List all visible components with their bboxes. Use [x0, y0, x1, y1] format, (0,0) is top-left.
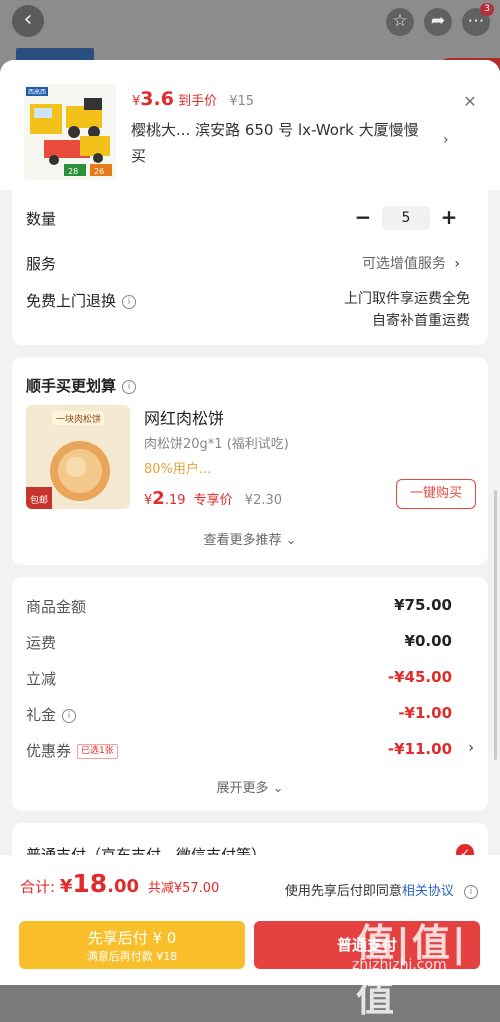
price-row: ¥3.6 到手价 ¥15	[132, 88, 254, 110]
amount-summary-card: 商品金额 ¥75.00 运费 ¥0.00 立减 -¥45.00 礼金 i -¥1.…	[12, 577, 488, 811]
amount-label: 商品金额	[26, 598, 87, 616]
deal-original-price: ¥2.30	[244, 493, 283, 508]
svg-text:28: 28	[68, 167, 78, 176]
brand-logo-text: 西高西	[28, 88, 46, 96]
chevron-right-icon[interactable]: ›	[443, 132, 449, 148]
star-icon[interactable]: ☆	[386, 8, 414, 36]
product-title-line2: 买	[131, 147, 147, 165]
price-label: 到手价	[178, 94, 218, 109]
back-arrow-icon[interactable]: ‹	[12, 5, 44, 37]
pay-later-line1: 先享后付 ¥ 0	[87, 929, 177, 947]
addon-deal-card: 顺手买更划算 i 一块肉松饼 包邮 网红肉松饼 肉松饼20g*1 (福利试吃) 8…	[12, 357, 488, 565]
toy-truck-image: 西高西 28 26	[24, 84, 116, 180]
deal-product-name: 网红肉松饼	[144, 409, 225, 428]
original-price: ¥15	[229, 94, 255, 109]
amount-value: -¥11.00	[387, 740, 452, 758]
deal-product-spec: 肉松饼20g*1 (福利试吃)	[144, 437, 289, 452]
product-address-row[interactable]: 樱桃大... 滨安路 650 号 lx-Work 大厦慢慢 买	[131, 117, 431, 169]
svg-text:包邮: 包邮	[30, 494, 48, 506]
total-int: 18	[72, 869, 108, 898]
chevron-right-icon[interactable]: ›	[468, 740, 474, 756]
deal-product-image[interactable]: 一块肉松饼 包邮	[26, 405, 130, 509]
chevron-down-icon: ⌄	[285, 533, 297, 548]
pay-later-button[interactable]: 先享后付 ¥ 0 满意后再付款 ¥18	[19, 921, 245, 969]
product-header: 西高西 28 26 ¥3.6 到手价 ¥15 樱桃大... 滨安路 650 号 …	[0, 60, 500, 190]
close-icon[interactable]: ✕	[458, 90, 482, 114]
service-value: 可选增值服务 ›	[361, 256, 460, 272]
meat-floss-cake-image: 一块肉松饼 包邮	[26, 405, 130, 509]
deal-price-label: 专享价	[193, 493, 233, 508]
chevron-down-icon: ⌄	[272, 781, 284, 796]
checkout-sheet: 西高西 28 26 ¥3.6 到手价 ¥15 樱桃大... 滨安路 650 号 …	[0, 60, 500, 985]
info-icon[interactable]: i	[122, 379, 137, 394]
quantity-stepper: − 5 +	[352, 206, 460, 230]
amount-label: 礼金 i	[26, 704, 77, 725]
share-icon[interactable]: ➦	[424, 8, 452, 36]
total-label: 合计:	[20, 878, 56, 896]
amount-value: -¥1.00	[398, 704, 452, 722]
quantity-minus-button[interactable]: −	[352, 207, 374, 229]
amount-label: 运费	[26, 634, 57, 652]
quantity-plus-button[interactable]: +	[438, 207, 460, 229]
pay-later-line2: 满意后再付款 ¥18	[86, 950, 178, 963]
more-recommendations-link[interactable]: 查看更多推荐 ⌄	[12, 529, 488, 548]
deal-price-row: ¥2.19 专享价 ¥2.30	[144, 488, 282, 509]
top-icon-group: ☆ ➦ ⋯ 3	[386, 3, 494, 36]
quantity-label: 数量	[26, 210, 57, 228]
addon-deal-title: 顺手买更划算 i	[26, 375, 137, 396]
product-image: 西高西 28 26	[24, 84, 116, 180]
one-click-buy-button[interactable]: 一键购买	[396, 479, 476, 509]
info-icon[interactable]: i	[464, 884, 478, 899]
expand-more-link[interactable]: 展开更多 ⌄	[12, 777, 488, 796]
total-amount: 合计: ¥18.00 共减¥57.00	[20, 869, 219, 898]
free-return-line1: 上门取件享运费全免	[344, 291, 470, 307]
amount-label: 立减	[26, 670, 57, 688]
deal-price-dec: .19	[164, 493, 186, 508]
chevron-right-icon: ›	[454, 256, 460, 272]
amount-label: 优惠券 已选1张	[26, 740, 118, 761]
agreement-link[interactable]: 相关协议	[402, 884, 454, 899]
svg-text:一块肉松饼: 一块肉松饼	[56, 413, 101, 425]
amount-value: ¥75.00	[394, 596, 452, 614]
info-icon[interactable]: i	[122, 294, 137, 309]
total-currency: ¥	[59, 876, 73, 897]
quantity-input[interactable]: 5	[382, 206, 430, 230]
order-options-card: 数量 − 5 + 服务 可选增值服务 › 免费上门退换 i 上门取件享运费全免 自…	[12, 190, 488, 345]
amount-value: -¥45.00	[387, 668, 452, 686]
agreement-text: 使用先享后付即同意相关协议 i	[285, 880, 478, 899]
total-dec: .00	[107, 876, 140, 897]
service-label: 服务	[26, 255, 57, 273]
deal-price-int: 2	[152, 488, 165, 509]
more-icon[interactable]: ⋯ 3	[462, 3, 494, 36]
amount-value: ¥0.00	[404, 632, 452, 650]
deal-user-percent: 80%用户...	[144, 462, 212, 477]
total-saved: 共减¥57.00	[147, 881, 220, 896]
price-value: 3.6	[140, 88, 174, 110]
notification-badge: 3	[480, 3, 494, 16]
info-icon[interactable]: i	[62, 708, 77, 723]
free-return-label: 免费上门退换 i	[26, 290, 137, 311]
coupon-selected-badge: 已选1张	[77, 744, 118, 759]
svg-text:26: 26	[94, 167, 104, 176]
free-return-line2: 自寄补首重运费	[372, 313, 470, 329]
scrollbar[interactable]	[494, 490, 497, 760]
watermark-url: zhizhizhi.com	[352, 957, 447, 973]
free-return-detail: 上门取件享运费全免 自寄补首重运费	[344, 288, 470, 332]
product-title-line1: 樱桃大... 滨安路 650 号 lx-Work 大厦慢慢	[131, 121, 419, 139]
